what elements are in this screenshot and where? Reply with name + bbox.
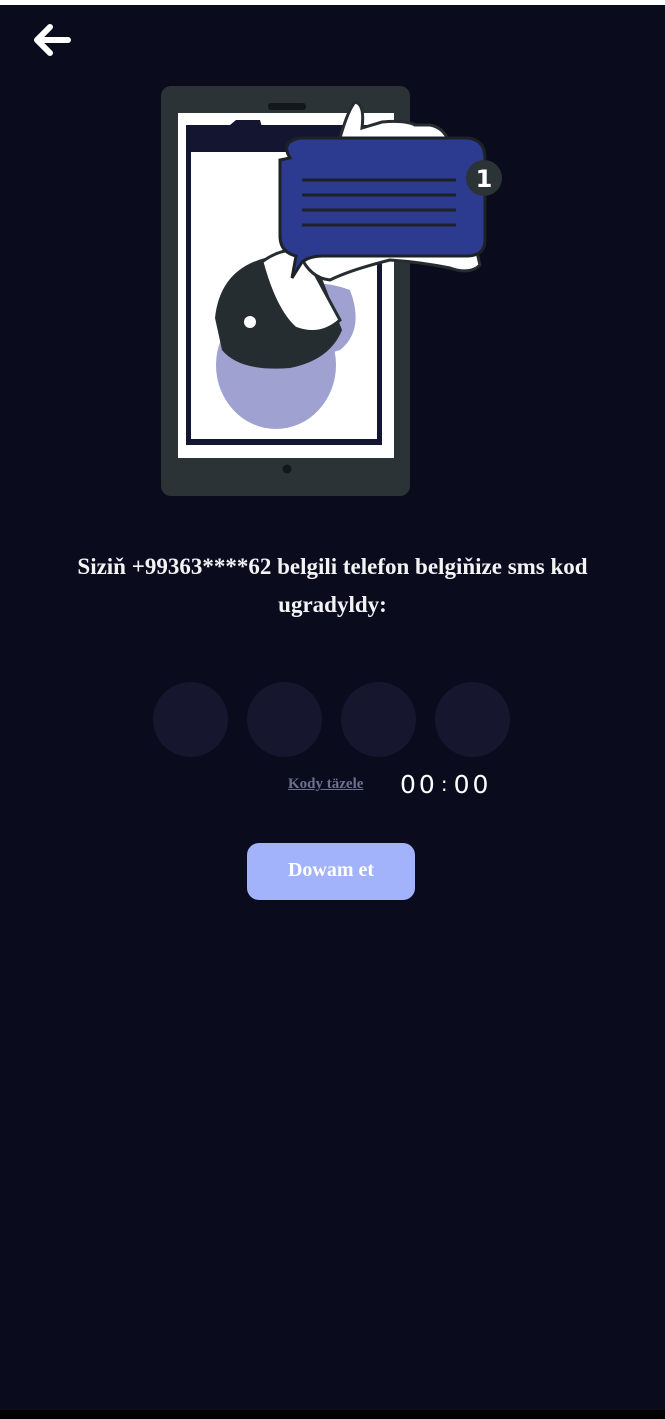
phone-sms-illustration: 1 [161, 86, 502, 496]
arrow-left-icon [34, 24, 71, 56]
status-bar-strip [0, 0, 665, 5]
notification-badge-count: 1 [476, 165, 493, 193]
countdown-timer: 00:00 [400, 770, 491, 799]
bottom-strip [0, 1410, 665, 1419]
sms-sent-message: Siziň +99363****62 belgili telefon belgi… [77, 554, 588, 617]
verification-screen: 1 Siziň +99363****62 belgili telefon bel… [0, 0, 665, 1419]
otp-digit-1[interactable] [153, 682, 228, 757]
otp-digit-4[interactable] [435, 682, 510, 757]
timer-minutes: 00 [400, 770, 438, 799]
continue-button[interactable]: Dowam et [247, 843, 415, 900]
timer-seconds: 00 [453, 770, 492, 799]
resend-code-link[interactable]: Kody täzele [288, 776, 363, 793]
otp-digit-3[interactable] [341, 682, 416, 757]
otp-input-group [153, 682, 510, 757]
otp-digit-2[interactable] [247, 682, 322, 757]
back-button[interactable] [26, 18, 76, 62]
timer-separator: : [440, 772, 451, 796]
